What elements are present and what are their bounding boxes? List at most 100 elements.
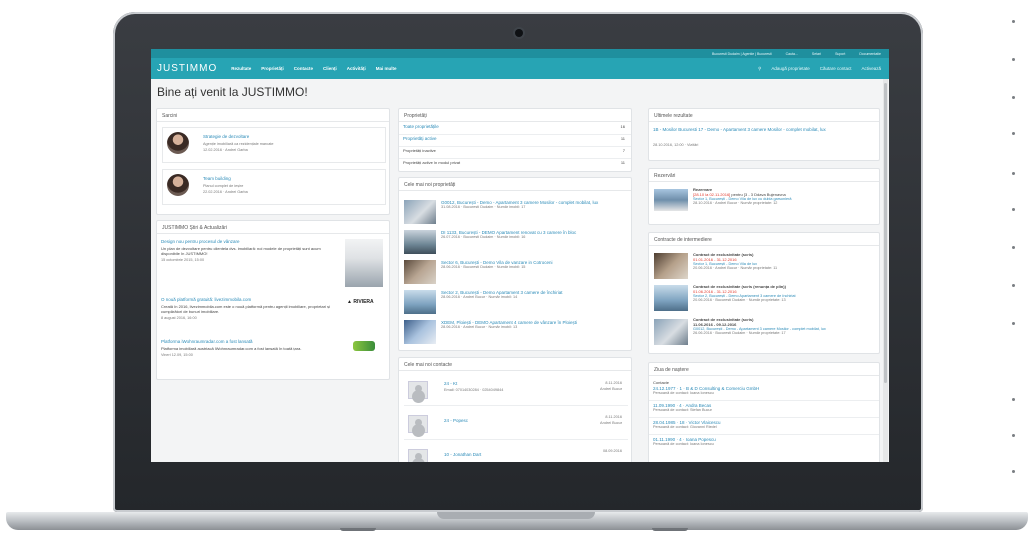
- contact-date: 8.11.2016: [605, 381, 622, 385]
- tasks-panel: Sarcini Strategie de dezvoltare Agenție …: [156, 108, 390, 215]
- contracts-title: Contracte de intermediere: [649, 233, 879, 246]
- properties-row-label[interactable]: Proprietăți active: [403, 136, 437, 141]
- properties-title: Proprietăți: [399, 109, 631, 122]
- contact-date: 8.11.2016: [605, 415, 622, 419]
- nav-item-rezultate[interactable]: Rezultate: [231, 66, 251, 71]
- scrollbar-thumb[interactable]: [884, 83, 887, 383]
- news-item-title[interactable]: Design nou pentru procesul de vânzare: [161, 239, 331, 244]
- new-properties-panel: Cele mai noi proprietăți G0012, Bucureșt…: [398, 177, 632, 351]
- contact-owner: Andrei Bucur: [600, 387, 622, 391]
- utility-bar: Bucuresti Dudaim | Agentie | Bucuresti C…: [151, 49, 889, 58]
- search-icon[interactable]: ⚲: [758, 66, 761, 72]
- news-item: Platforma iWohnraumradar.com a fost lans…: [161, 339, 331, 357]
- laptop-notch: [437, 512, 595, 519]
- task-title[interactable]: Strategie de dezvoltare: [203, 134, 249, 139]
- add-property-button[interactable]: Adaugă proprietate: [771, 66, 809, 71]
- properties-row-count: 11: [620, 160, 625, 165]
- properties-row[interactable]: Proprietăți inactive 7: [403, 148, 625, 153]
- search-link[interactable]: Cauta...: [786, 52, 798, 56]
- contract-image[interactable]: [654, 319, 688, 345]
- settings-link[interactable]: Setari: [812, 52, 821, 56]
- news-item-title[interactable]: O nouă platformă gratuită: livezimmobila…: [161, 297, 331, 302]
- task-card[interactable]: Strategie de dezvoltare Agenție imobilia…: [162, 127, 386, 163]
- birthdays-panel: Ziua de naștere Contacte 24.12.1977 · 1 …: [648, 362, 880, 462]
- contact-search-button[interactable]: Căutare contact: [820, 66, 852, 71]
- reservations-title: Rezervări: [649, 169, 879, 182]
- main-navbar: JUSTIMMO Rezultate Proprietăți Contacte …: [151, 58, 889, 79]
- contact-name[interactable]: 10 - Jonathan Dart: [444, 452, 481, 457]
- contract-image[interactable]: [654, 285, 688, 311]
- properties-row[interactable]: Proprietăți active 11: [403, 136, 625, 141]
- news-item: O nouă platformă gratuită: livezimmobila…: [161, 297, 331, 320]
- person-icon: [408, 449, 428, 462]
- contract-item: Contract de exclusivitate (scris) 11.06.…: [693, 317, 875, 335]
- properties-panel: Proprietăți Toate proprietățile 16 Propr…: [398, 108, 632, 172]
- contact-row[interactable]: 10 - Jonathan Dart 08.09.2016: [404, 444, 628, 462]
- birthday-sub: Persoană de contact: Ioana Ionescu: [653, 442, 714, 446]
- properties-row[interactable]: Toate proprietățile 16: [403, 124, 625, 129]
- reservation-meta: 28.10.2016 · Andrei Bucur · Număr propri…: [693, 201, 778, 205]
- nav-item-activitati[interactable]: Activități: [347, 66, 366, 71]
- support-link[interactable]: Suport: [835, 52, 845, 56]
- nav-item-contacte[interactable]: Contacte: [294, 66, 313, 71]
- nav-item-mai-multe[interactable]: Mai multe: [376, 66, 397, 71]
- contact-row[interactable]: 24 - Kt Email: 07014030284 · 0254049844 …: [404, 376, 628, 406]
- laptop-frame: Bucuresti Dudaim | Agentie | Bucuresti C…: [0, 0, 1028, 558]
- properties-row-label[interactable]: Toate proprietățile: [403, 124, 439, 129]
- task-desc: Agenție imobiliară ca rezidențiale marca…: [203, 142, 274, 146]
- docs-link[interactable]: Documentatie: [859, 52, 881, 56]
- news-title: JUSTIMMO Știri & Actualizări: [157, 221, 389, 234]
- app-logo[interactable]: JUSTIMMO: [157, 63, 217, 74]
- contracts-panel: Contracte de intermediere Contract de ex…: [648, 232, 880, 354]
- reservation-image[interactable]: [654, 189, 688, 211]
- properties-row[interactable]: Proprietăți active în modul privat 11: [403, 160, 625, 165]
- properties-row-label[interactable]: Proprietăți active în modul privat: [403, 160, 460, 165]
- scrollbar[interactable]: [883, 79, 888, 462]
- laptop-foot: [652, 528, 688, 531]
- tasks-title: Sarcini: [157, 109, 389, 122]
- new-contacts-panel: Cele mai noi contacte 24 - Kt Email: 070…: [398, 357, 632, 462]
- task-date: 12.02.2016 · Andrei Garba: [203, 148, 248, 152]
- page-title: Bine ați venit la JUSTIMMO!: [157, 85, 308, 99]
- property-image[interactable]: [404, 260, 436, 284]
- properties-row-count: 16: [620, 124, 625, 129]
- partner-logo: [353, 341, 375, 351]
- property-meta: 28.06.2016 · Andrei Bucur · Număr imobil…: [441, 325, 518, 329]
- contact-name[interactable]: 24 - Kt: [444, 381, 457, 386]
- webcam-icon: [515, 29, 523, 37]
- news-item: Design nou pentru procesul de vânzare Un…: [161, 239, 331, 262]
- properties-row-count: 11: [620, 136, 625, 141]
- task-desc: Planul complet de ieșire: [203, 184, 244, 188]
- property-image[interactable]: [404, 290, 436, 314]
- task-title[interactable]: Team building: [203, 176, 231, 181]
- contract-meta: 26.06.2016 · Bucuresti Dudaim · Număr pr…: [693, 331, 786, 335]
- task-card[interactable]: Team building Planul complet de ieșire 2…: [162, 169, 386, 205]
- property-item: XDEM, Ploiești - DEMO Apartament 4 camer…: [441, 320, 627, 329]
- latest-result-link[interactable]: 1B - Mosilor Bucuresti 17 - Demo - Apart…: [653, 127, 873, 132]
- latest-result-meta: 28.10.2016, 12:00 · Vizitări: [653, 143, 699, 147]
- birthdays-section: Contacte: [653, 380, 670, 385]
- person-icon: [408, 415, 428, 433]
- nav-item-proprietati[interactable]: Proprietăți: [261, 66, 284, 71]
- property-image[interactable]: [404, 320, 436, 344]
- decorative-dots: [1012, 14, 1022, 484]
- birthday-item: 11.09.1990 · 4 · Andra Becas Persoană de…: [653, 403, 873, 412]
- activate-button[interactable]: Activează: [861, 66, 881, 71]
- birthday-item: 28.04.1985 · 18 · Victor Vlaicescu Perso…: [653, 420, 873, 429]
- news-item-title[interactable]: Platforma iWohnraumradar.com a fost lans…: [161, 339, 331, 344]
- contact-row[interactable]: 24 - Popesc 8.11.2016 Andrei Bucur: [404, 410, 628, 440]
- birthday-item: 24.12.1977 · 1 · B & D Consulting & Come…: [653, 386, 873, 395]
- contact-owner: Andrei Bucur: [600, 421, 622, 425]
- reservations-panel: Rezervări Rezervare [28.10 la 02.11.2016…: [648, 168, 880, 225]
- news-item-date: 15 octombrie 2015, 15:00: [161, 258, 205, 262]
- contract-image[interactable]: [654, 253, 688, 279]
- property-image[interactable]: [404, 230, 436, 254]
- latest-results-panel: Ultimele rezultate 1B - Mosilor Bucurest…: [648, 108, 880, 161]
- contact-name[interactable]: 24 - Popesc: [444, 418, 468, 423]
- laptop-foot: [340, 528, 376, 531]
- properties-row-label[interactable]: Proprietăți inactive: [403, 148, 436, 153]
- property-image[interactable]: [404, 200, 436, 224]
- birthday-item: 01.11.1990 · 4 · Ioana Popescu Persoană …: [653, 437, 873, 446]
- user-info[interactable]: Bucuresti Dudaim | Agentie | Bucuresti: [712, 52, 772, 56]
- nav-item-clienti[interactable]: Clienți: [323, 66, 337, 71]
